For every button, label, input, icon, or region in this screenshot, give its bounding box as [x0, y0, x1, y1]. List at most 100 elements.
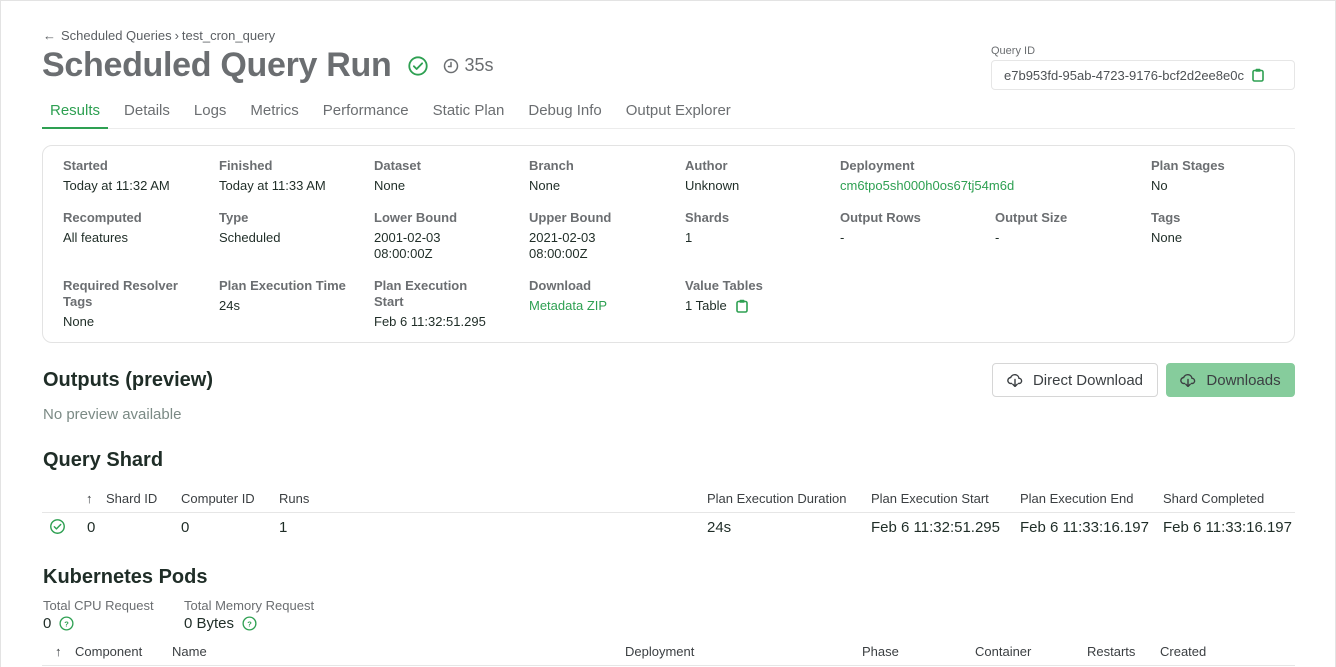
field-author: Author Unknown: [685, 158, 739, 194]
field-label: Plan Execution Time: [219, 278, 346, 293]
metadata-zip-link[interactable]: Metadata ZIP: [529, 298, 607, 314]
field-label: Value Tables: [685, 278, 763, 293]
field-output-rows: Output Rows -: [840, 210, 921, 246]
field-type: Type Scheduled: [219, 210, 280, 246]
clipboard-icon[interactable]: [1252, 68, 1264, 82]
field-value: Feb 6 11:32:51.295: [374, 314, 486, 329]
memory-value-wrap: 0 Bytes ?: [184, 615, 314, 632]
clock-icon: [444, 58, 459, 73]
field-tags: Tags None: [1151, 210, 1182, 246]
tab-output-explorer[interactable]: Output Explorer: [618, 100, 739, 129]
cell-plan-execution-start: Feb 6 11:32:51.295: [871, 519, 1000, 536]
no-preview-text: No preview available: [43, 406, 182, 423]
field-value: 1 Table: [685, 298, 727, 313]
field-value-wrap: 1 Table: [685, 298, 763, 314]
column-plan-execution-start[interactable]: Plan Execution Start: [871, 491, 989, 506]
field-label: Author: [685, 158, 728, 173]
cloud-download-icon: [1007, 373, 1023, 387]
field-value: Today at 11:32 AM: [63, 178, 170, 193]
cloud-download-icon: [1180, 373, 1196, 387]
field-download: Download Metadata ZIP: [529, 278, 607, 314]
field-output-size: Output Size -: [995, 210, 1067, 246]
table-header: ↑ Component Name Deployment Phase Contai…: [42, 640, 1295, 666]
query-id-field[interactable]: e7b953fd-95ab-4723-9176-bcf2d2ee8e0c: [991, 60, 1295, 90]
query-id-label: Query ID: [991, 45, 1036, 57]
field-value: Today at 11:33 AM: [219, 178, 326, 193]
tab-bar: Results Details Logs Metrics Performance…: [42, 100, 1295, 129]
tab-debug-info[interactable]: Debug Info: [520, 100, 609, 129]
duration-value: 35s: [464, 55, 494, 75]
field-value: None: [1151, 230, 1183, 245]
field-upper-bound: Upper Bound 2021-02-03 08:00:00Z: [529, 210, 611, 262]
field-shards: Shards 1: [685, 210, 729, 246]
column-shard-id[interactable]: Shard ID: [106, 491, 157, 506]
sort-arrow-up-icon[interactable]: ↑: [55, 644, 62, 659]
field-label: Finished: [219, 158, 273, 173]
column-container[interactable]: Container: [975, 644, 1031, 659]
field-label: Output Size: [995, 210, 1068, 225]
column-deployment[interactable]: Deployment: [625, 644, 694, 659]
field-label-line2: Tags: [63, 294, 93, 309]
field-value-line1: 2021-02-03: [529, 230, 596, 245]
table-header: ↑ Shard ID Computer ID Runs Plan Executi…: [42, 487, 1295, 513]
field-value: Unknown: [685, 178, 740, 193]
column-restarts[interactable]: Restarts: [1087, 644, 1135, 659]
sort-arrow-up-icon[interactable]: ↑: [86, 491, 93, 506]
column-shard-completed[interactable]: Shard Completed: [1163, 491, 1264, 506]
field-plan-execution-start: Plan Execution Start Feb 6 11:32:51.295: [374, 278, 486, 330]
field-label-line2: Start: [374, 294, 404, 309]
field-label: Type: [219, 210, 249, 225]
field-label: Recomputed: [63, 210, 142, 225]
column-plan-execution-end[interactable]: Plan Execution End: [1020, 491, 1133, 506]
field-value: All features: [63, 230, 129, 245]
question-circle-icon[interactable]: ?: [59, 616, 74, 631]
tab-logs[interactable]: Logs: [186, 100, 235, 129]
query-id: Query ID e7b953fd-95ab-4723-9176-bcf2d2e…: [991, 45, 1295, 90]
field-recomputed: Recomputed All features: [63, 210, 142, 246]
field-value: None: [529, 178, 561, 193]
field-value-line1: 2001-02-03: [374, 230, 441, 245]
column-created[interactable]: Created: [1160, 644, 1206, 659]
cell-plan-execution-end: Feb 6 11:33:16.197: [1020, 519, 1149, 536]
cpu-value: 0: [43, 615, 52, 632]
field-value: 1: [685, 230, 693, 245]
downloads-button[interactable]: Downloads: [1166, 363, 1295, 397]
column-component[interactable]: Component: [75, 644, 142, 659]
direct-download-label: Direct Download: [1032, 371, 1144, 389]
field-value: 24s: [219, 298, 240, 313]
field-plan-execution-time: Plan Execution Time 24s: [219, 278, 346, 314]
field-value: -: [995, 230, 1000, 245]
memory-label: Total Memory Request: [184, 598, 315, 613]
field-value: None: [63, 314, 95, 329]
tab-details[interactable]: Details: [116, 100, 178, 129]
column-phase[interactable]: Phase: [862, 644, 899, 659]
breadcrumb: ← Scheduled Queries › test_cron_query: [43, 28, 275, 43]
tab-performance[interactable]: Performance: [315, 100, 417, 129]
field-deployment: Deployment cm6tpo5sh000h0os67tj54m6d: [840, 158, 1014, 194]
field-label: Dataset: [374, 158, 421, 173]
cpu-label: Total CPU Request: [43, 598, 154, 613]
column-runs[interactable]: Runs: [279, 491, 309, 506]
title-row: Scheduled Query Run 35s: [42, 46, 494, 85]
breadcrumb-parent[interactable]: Scheduled Queries: [61, 28, 172, 43]
tab-static-plan[interactable]: Static Plan: [425, 100, 513, 129]
clipboard-icon[interactable]: [735, 299, 748, 313]
cell-shard-completed: Feb 6 11:33:16.197: [1163, 519, 1292, 536]
tab-metrics[interactable]: Metrics: [242, 100, 306, 129]
direct-download-button[interactable]: Direct Download: [992, 363, 1158, 397]
table-row[interactable]: 0 0 1 24s Feb 6 11:32:51.295 Feb 6 11:33…: [42, 513, 1295, 541]
question-circle-icon[interactable]: ?: [242, 616, 257, 631]
arrow-left-icon[interactable]: ←: [43, 28, 56, 43]
column-name[interactable]: Name: [172, 644, 207, 659]
outputs-title: Outputs (preview): [43, 369, 214, 391]
field-required-resolver-tags: Required Resolver Tags None: [63, 278, 178, 330]
query-shard-table: ↑ Shard ID Computer ID Runs Plan Executi…: [42, 487, 1295, 541]
svg-text:?: ?: [247, 619, 252, 628]
column-computer-id[interactable]: Computer ID: [181, 491, 255, 506]
tab-results[interactable]: Results: [42, 100, 109, 129]
cell-runs: 1: [279, 519, 288, 536]
column-plan-execution-duration[interactable]: Plan Execution Duration: [707, 491, 846, 506]
field-label: Output Rows: [840, 210, 921, 225]
deployment-link[interactable]: cm6tpo5sh000h0os67tj54m6d: [840, 178, 1014, 194]
memory-value: 0 Bytes: [184, 615, 235, 632]
